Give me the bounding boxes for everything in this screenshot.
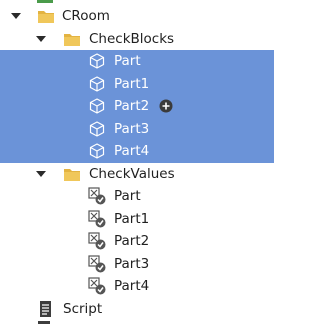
tree-item-label: Part [114,53,141,69]
tree-item-checkvalues[interactable]: CheckValues [0,163,274,186]
tree-item-bool-part2[interactable]: Part2 [0,230,274,253]
tree-item-bool-part3[interactable]: Part3 [0,253,274,276]
tree-item-part1[interactable]: Part1 [0,72,274,95]
tree-item-label: CheckValues [89,165,175,182]
folder-icon [38,11,54,23]
tree-item-label: Script [63,300,103,317]
tree-item-label: Part1 [114,75,150,92]
tree-item-label: Part4 [114,143,150,159]
script-icon [40,300,51,317]
tree-item-label: CheckBlocks [89,30,175,47]
folder-icon [64,33,80,46]
bool-value-icon [88,232,106,250]
folder-icon [64,168,80,181]
tree-item-label: Part2 [114,233,150,249]
tree-item-bool-part1[interactable]: Part1 [0,208,274,231]
add-object-icon[interactable] [159,99,173,113]
tree-item-croom[interactable]: CRoom [0,5,274,28]
tree-item-script[interactable]: Script [0,298,274,321]
tree-item-checkblocks[interactable]: CheckBlocks [0,28,274,51]
part-cube-icon [89,143,105,159]
part-cube-icon [89,120,105,137]
part-cube-icon [89,53,105,69]
tree-item-label: Part [114,188,141,204]
part-cube-icon [89,75,105,92]
part-cube-icon [89,98,105,114]
tree-item-part[interactable]: Part [0,50,274,73]
tree-item-label: Part4 [114,278,150,294]
bool-value-icon [88,277,106,295]
tree-item-part3[interactable]: Part3 [0,117,274,140]
expand-arrow-icon[interactable] [11,13,21,19]
bool-value-icon [88,187,106,205]
tree-item-label: Part3 [114,255,150,272]
expand-arrow-icon[interactable] [36,170,46,177]
tree-item-label: Part3 [114,120,150,137]
partial-item-top [37,0,53,3]
tree-item-bool-part[interactable]: Part [0,185,274,208]
bool-value-icon [88,254,106,272]
expand-arrow-icon[interactable] [36,35,46,42]
tree-item-label: Part2 [114,98,150,114]
tree-item-part4[interactable]: Part4 [0,140,274,163]
tree-item-label: Part1 [114,210,150,227]
tree-item-part2[interactable]: Part2 [0,95,274,118]
bool-value-icon [88,209,106,227]
tree-item-bool-part4[interactable]: Part4 [0,275,274,298]
tree-item-label: CRoom [62,8,110,24]
